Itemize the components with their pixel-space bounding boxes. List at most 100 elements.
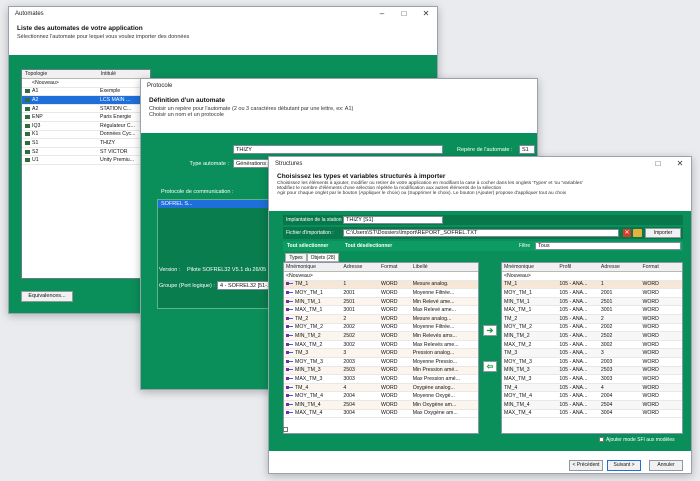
list-item[interactable]: S2 ST VICTOR (22, 148, 150, 157)
table-row[interactable]: TM_1 105 - ANA... 1 WORD (502, 280, 682, 290)
cell-format: WORD (381, 298, 398, 305)
table-row[interactable]: MIN_TM_2 105 - ANA... 2502 WORD (502, 332, 682, 341)
close-icon[interactable]: ✕ (415, 7, 437, 21)
list-item[interactable]: ENP Paris Energie (22, 113, 150, 122)
right-grid-header: Mnémonique Profil Adresse Format (502, 263, 682, 272)
cell-mnemonic: MAX_TM_1 (295, 307, 323, 314)
repere-field[interactable]: S1 (519, 145, 535, 154)
remove-arrow-button[interactable]: ⇦ (483, 361, 497, 372)
table-row[interactable]: MAX_TM_3 3003 WORD Max Pression amé... (284, 375, 478, 384)
table-row[interactable]: MAX_TM_2 105 - ANA... 3002 WORD (502, 340, 682, 350)
surnage-option[interactable]: Surnage (283, 427, 309, 433)
list-item[interactable]: K1 Données Cyc... (22, 131, 150, 140)
clear-icon[interactable]: ✕ (623, 229, 631, 237)
list-item[interactable]: S1 THIZY (22, 139, 150, 148)
name-field[interactable]: THIZY (233, 145, 443, 154)
list-item[interactable]: IQ3 Régulateur C... (22, 122, 150, 131)
table-row[interactable]: TM_1 1 WORD Mesure analog. (284, 280, 478, 290)
folder-icon[interactable] (633, 229, 642, 237)
cancel-button[interactable]: Annuler (649, 460, 683, 471)
tab-deselect-all[interactable]: Tout désélectionner (345, 243, 392, 249)
list-item[interactable]: A2 LCS MAIN ... (22, 96, 150, 105)
cell-format: WORD (381, 281, 398, 288)
cell-mnemonic: <Nouveau> (286, 272, 313, 279)
table-row[interactable]: MOY_TM_4 2004 WORD Moyenne Oxygè... (284, 392, 478, 401)
table-row[interactable]: TM_2 105 - ANA... 2 WORD (502, 314, 682, 324)
tab-types[interactable]: Types (285, 253, 307, 262)
table-row[interactable]: MOY_TM_1 2001 WORD Moyenne Filtrée... (284, 289, 478, 298)
groupe-select[interactable]: 4 - SOFREL32 [51-... (217, 281, 271, 290)
table-row[interactable]: MIN_TM_2 2502 WORD Min Relevés ams... (284, 332, 478, 341)
surnage-checkbox[interactable] (283, 427, 288, 433)
table-row[interactable]: <Nouveau> (284, 272, 478, 281)
table-row[interactable]: MAX_TM_4 105 - ANA... 3004 WORD (502, 409, 682, 419)
add-mode-checkbox[interactable] (599, 437, 604, 443)
variable-icon (286, 350, 293, 356)
filter-select[interactable]: Tous (535, 242, 681, 250)
cell-format: WORD (642, 332, 659, 339)
table-row[interactable]: MIN_TM_3 2503 WORD Min Pression amé... (284, 366, 478, 376)
table-row[interactable]: TM_4 105 - ANA... 4 WORD (502, 383, 682, 393)
cell-label: Max Pression amé... (412, 375, 460, 382)
minimize-icon[interactable]: – (371, 7, 393, 21)
cell-mnemonic: MAX_TM_4 (504, 410, 532, 417)
plc-icon (25, 158, 30, 163)
cell-format: WORD (381, 410, 398, 417)
cell-address: 3 (600, 350, 604, 357)
import-button[interactable]: Importer (645, 228, 681, 238)
table-row[interactable]: MIN_TM_3 105 - ANA... 2503 WORD (502, 366, 682, 376)
tab-select-all[interactable]: Tout sélectionner (287, 243, 328, 249)
close-icon[interactable]: ✕ (669, 157, 691, 171)
table-row[interactable]: TM_3 3 WORD Pression analog... (284, 349, 478, 358)
table-row[interactable]: MOY_TM_2 2002 WORD Moyenne Filtrée... (284, 323, 478, 333)
table-row[interactable]: MAX_TM_1 3001 WORD Max Relevé ame... (284, 306, 478, 315)
cell-profile: 105 - ANA... (559, 332, 588, 339)
next-button[interactable]: Suivant > (607, 460, 641, 471)
cell-mnemonic: TM_2 (295, 315, 309, 322)
file-field[interactable]: C:\Users\ST\Dossiers\Import\REPORT_SOFRE… (343, 229, 619, 237)
table-row[interactable]: MIN_TM_4 2504 WORD Min Oxygène am... (284, 400, 478, 410)
previous-button[interactable]: < Précédent (569, 460, 603, 471)
file-bar: Fichier d'importation : C:\Users\ST\Doss… (283, 227, 683, 239)
table-row[interactable]: TM_4 4 WORD Oxygène analog... (284, 383, 478, 393)
cell-label: Min Pression amé... (412, 367, 459, 374)
maximize-icon[interactable]: □ (647, 157, 669, 171)
table-row[interactable]: <Nouveau> (502, 272, 682, 281)
table-row[interactable]: TM_2 2 WORD Mesure analog... (284, 314, 478, 324)
table-row[interactable]: MIN_TM_1 105 - ANA... 2501 WORD (502, 297, 682, 307)
cell-mnemonic: MAX_TM_3 (504, 375, 532, 382)
table-row[interactable]: MIN_TM_1 2501 WORD Min Relevé ame... (284, 297, 478, 307)
tab-objets[interactable]: Objets (28) (307, 253, 339, 262)
cell-format: WORD (381, 315, 398, 322)
table-row[interactable]: MIN_TM_4 105 - ANA... 2504 WORD (502, 400, 682, 410)
table-row[interactable]: MOY_TM_2 105 - ANA... 2002 WORD (502, 323, 682, 333)
list-item[interactable]: <Nouveau> (22, 79, 150, 88)
maximize-icon[interactable]: □ (393, 7, 415, 21)
cell-format: WORD (381, 350, 398, 357)
cell-address: 3001 (343, 307, 355, 314)
table-row[interactable]: MOY_TM_4 105 - ANA... 2004 WORD (502, 392, 682, 401)
table-row[interactable]: MOY_TM_1 105 - ANA... 2001 WORD (502, 289, 682, 298)
protocol-item[interactable]: SOFREL S... (158, 200, 272, 208)
add-mode-option[interactable]: Ajouter mode SFI aux modèles (599, 437, 675, 443)
item-topology: ENP (32, 114, 43, 121)
table-row[interactable]: TM_3 105 - ANA... 3 WORD (502, 349, 682, 358)
type-select[interactable]: Générations s... (233, 159, 273, 168)
cell-address: 2503 (600, 367, 613, 374)
table-row[interactable]: MAX_TM_4 3004 WORD Max Oxygène am... (284, 409, 478, 419)
add-arrow-button[interactable]: ➔ (483, 325, 497, 336)
equivalences-button[interactable]: Equivalences... (21, 291, 73, 302)
cell-format: WORD (642, 367, 659, 374)
table-row[interactable]: MAX_TM_3 105 - ANA... 3003 WORD (502, 375, 682, 384)
cell-format: WORD (642, 324, 659, 331)
cell-address: 2001 (343, 289, 355, 296)
table-row[interactable]: MAX_TM_2 3002 WORD Max Relevés ame... (284, 340, 478, 350)
table-row[interactable]: MOY_TM_3 2003 WORD Moyenne Pressio... (284, 357, 478, 367)
table-row[interactable]: MAX_TM_1 105 - ANA... 3001 WORD (502, 306, 682, 315)
list-item[interactable]: A1 Exemple (22, 88, 150, 97)
selection-bar: Tout sélectionner Tout désélectionner Fi… (283, 241, 683, 251)
table-row[interactable]: MOY_TM_3 105 - ANA... 2003 WORD (502, 357, 682, 367)
cell-address: 2004 (343, 393, 355, 400)
list-item[interactable]: A2 STATION C... (22, 105, 150, 114)
list-item[interactable]: U1 Unity Premiu... (22, 156, 150, 165)
